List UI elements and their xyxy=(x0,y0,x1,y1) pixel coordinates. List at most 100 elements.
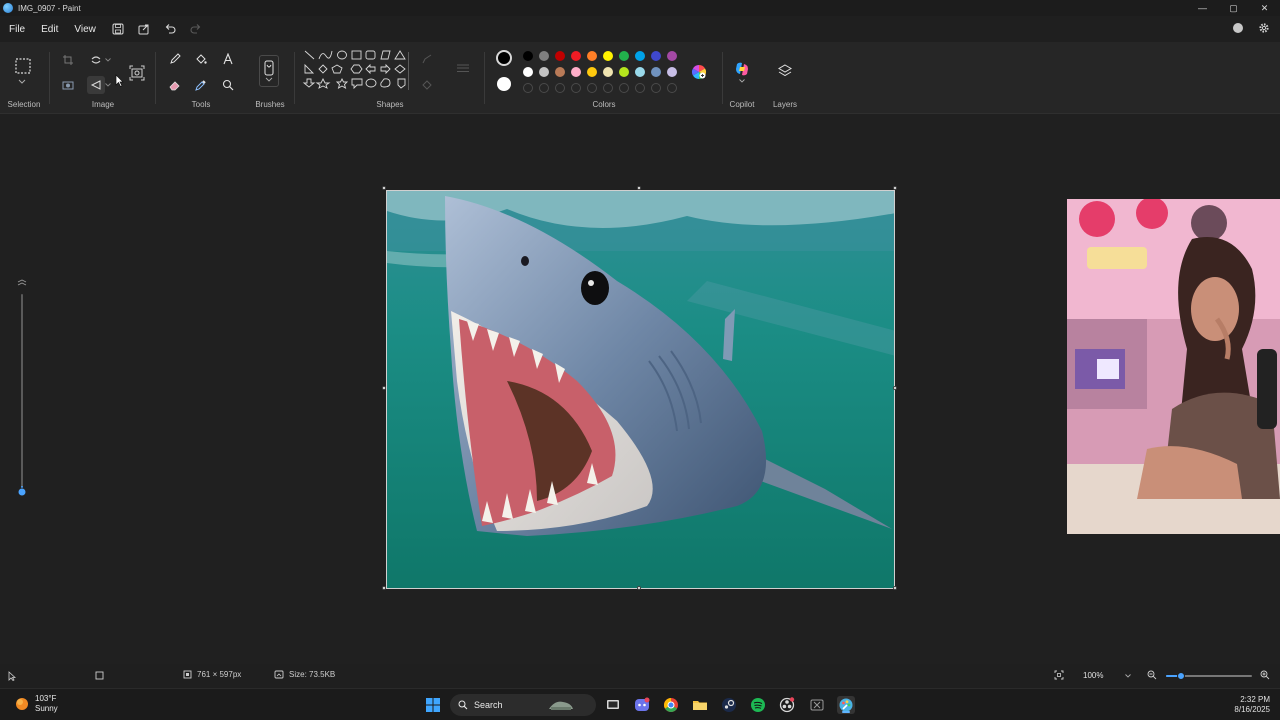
taskbar-search[interactable]: Search xyxy=(450,694,596,716)
shape-fill-button[interactable] xyxy=(418,76,436,94)
color-swatch[interactable] xyxy=(587,51,597,61)
steam-button[interactable] xyxy=(720,696,738,714)
color-swatch[interactable] xyxy=(555,51,565,61)
resize-handle-bottom-left[interactable] xyxy=(382,586,386,590)
shape-outline-button[interactable] xyxy=(418,50,436,68)
custom-color-slot[interactable] xyxy=(571,83,581,93)
eraser-button[interactable] xyxy=(166,76,184,94)
resize-handle-bottom-right[interactable] xyxy=(893,586,897,590)
remove-background-button[interactable] xyxy=(59,76,77,94)
color-swatch[interactable] xyxy=(539,67,549,77)
weather-widget[interactable]: 103°F Sunny xyxy=(14,694,58,714)
color-swatch[interactable] xyxy=(619,51,629,61)
custom-color-slot[interactable] xyxy=(635,83,645,93)
color-swatch[interactable] xyxy=(651,51,661,61)
spotify-button[interactable] xyxy=(749,696,767,714)
zoom-level-dropdown[interactable]: 100% xyxy=(1076,669,1138,683)
color-swatch[interactable] xyxy=(555,67,565,77)
custom-color-slot[interactable] xyxy=(603,83,613,93)
color-swatch[interactable] xyxy=(523,51,533,61)
primary-color-swatch[interactable] xyxy=(496,50,512,66)
share-button[interactable] xyxy=(133,18,155,40)
resize-dropdown[interactable] xyxy=(103,51,113,69)
edit-colors-button[interactable] xyxy=(689,62,709,82)
color-swatch[interactable] xyxy=(619,67,629,77)
zoom-out-button[interactable] xyxy=(1147,670,1157,680)
color-swatch[interactable] xyxy=(651,67,661,77)
copilot-dropdown[interactable] xyxy=(737,77,747,85)
start-button[interactable] xyxy=(424,696,442,714)
snipping-tool-button[interactable] xyxy=(808,696,826,714)
color-swatch[interactable] xyxy=(523,67,533,77)
shape-size-button[interactable] xyxy=(454,59,472,77)
custom-color-slot[interactable] xyxy=(539,83,549,93)
resize-handle-top-right[interactable] xyxy=(893,186,897,190)
vertical-zoom-slider[interactable] xyxy=(14,276,30,508)
color-swatch[interactable] xyxy=(667,67,677,77)
secondary-color-swatch[interactable] xyxy=(497,77,511,91)
custom-color-slot[interactable] xyxy=(667,83,677,93)
fill-button[interactable] xyxy=(192,50,210,68)
color-swatch[interactable] xyxy=(603,51,613,61)
text-button[interactable] xyxy=(219,50,237,68)
color-swatch[interactable] xyxy=(571,67,581,77)
custom-color-slot[interactable] xyxy=(651,83,661,93)
brush-icon xyxy=(264,60,274,82)
account-button[interactable] xyxy=(1230,20,1246,36)
resize-handle-left[interactable] xyxy=(382,386,386,390)
color-swatch[interactable] xyxy=(571,51,581,61)
maximize-button[interactable]: ▢ xyxy=(1218,0,1249,16)
minimize-button[interactable]: — xyxy=(1187,0,1218,16)
custom-color-slot[interactable] xyxy=(619,83,629,93)
obs-icon xyxy=(779,697,795,713)
undo-button[interactable] xyxy=(159,18,181,40)
menu-edit[interactable]: Edit xyxy=(41,24,58,35)
paint-taskbar-button[interactable] xyxy=(837,696,855,714)
brushes-button[interactable] xyxy=(259,55,279,87)
settings-button[interactable] xyxy=(1256,20,1272,36)
color-picker-button[interactable] xyxy=(192,76,210,94)
custom-color-slot[interactable] xyxy=(555,83,565,93)
shapes-gallery[interactable] xyxy=(302,48,408,98)
color-swatch[interactable] xyxy=(603,67,613,77)
chrome-button[interactable] xyxy=(662,696,680,714)
color-swatch[interactable] xyxy=(667,51,677,61)
canvas-workspace[interactable] xyxy=(0,114,1280,664)
custom-color-slot[interactable] xyxy=(587,83,597,93)
redo-button[interactable] xyxy=(185,18,207,40)
zoom-in-button[interactable] xyxy=(1260,670,1270,680)
color-swatch[interactable] xyxy=(635,67,645,77)
resize-handle-top[interactable] xyxy=(637,186,641,190)
resize-handle-top-left[interactable] xyxy=(382,186,386,190)
color-swatch[interactable] xyxy=(587,67,597,77)
zoom-slider-thumb[interactable] xyxy=(1176,672,1185,680)
menu-file[interactable]: File xyxy=(9,24,25,35)
image-transform-button[interactable] xyxy=(127,63,147,83)
color-swatch[interactable] xyxy=(539,51,549,61)
discord-button[interactable] xyxy=(633,696,651,714)
task-view-button[interactable] xyxy=(604,696,622,714)
menu-view[interactable]: View xyxy=(74,24,96,35)
close-button[interactable]: ✕ xyxy=(1249,0,1280,16)
selection-button[interactable] xyxy=(13,56,33,76)
zoom-slider[interactable] xyxy=(1166,672,1252,680)
resize-handle-bottom[interactable] xyxy=(637,586,641,590)
pointer-icon xyxy=(8,671,16,681)
obs-button[interactable] xyxy=(778,696,796,714)
resize-handle-right[interactable] xyxy=(893,386,897,390)
color-swatch[interactable] xyxy=(635,51,645,61)
file-explorer-button[interactable] xyxy=(691,696,709,714)
copilot-button[interactable] xyxy=(732,59,752,79)
system-clock[interactable]: 2:32 PM 8/16/2025 xyxy=(1234,695,1270,715)
magnifier-button[interactable] xyxy=(219,76,237,94)
shapes-gallery-scrollbar[interactable] xyxy=(408,52,409,90)
layers-button[interactable] xyxy=(776,62,794,80)
rotate-dropdown[interactable] xyxy=(103,76,113,94)
selection-dropdown[interactable] xyxy=(15,76,29,86)
custom-color-slot[interactable] xyxy=(523,83,533,93)
canvas-image[interactable] xyxy=(386,190,895,589)
crop-button[interactable] xyxy=(59,51,77,69)
fit-to-window-button[interactable] xyxy=(1054,670,1064,680)
save-button[interactable] xyxy=(107,18,129,40)
pencil-button[interactable] xyxy=(166,50,184,68)
